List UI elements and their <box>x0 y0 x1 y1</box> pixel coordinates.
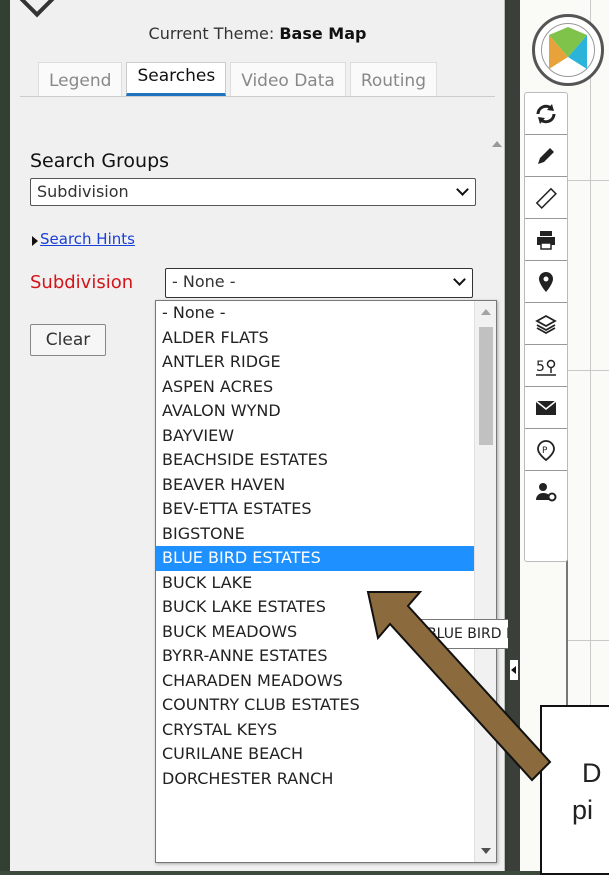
subdivision-select[interactable]: - None - <box>165 268 473 298</box>
envelope-icon[interactable] <box>525 387 567 429</box>
dropdown-option[interactable]: BLUE BIRD ESTATES <box>156 546 474 571</box>
refresh-icon[interactable] <box>525 93 567 135</box>
chevron-down-icon <box>456 183 469 196</box>
search-hints-link[interactable]: Search Hints <box>40 230 135 248</box>
compass-logo-icon[interactable] <box>532 14 604 86</box>
subdivision-value: - None - <box>172 272 236 291</box>
current-theme-label: Current Theme: <box>148 24 280 43</box>
compass-mark-icon <box>549 27 587 69</box>
dropdown-option[interactable]: BIGSTONE <box>156 522 474 547</box>
user-settings-icon[interactable] <box>525 471 567 513</box>
dropdown-option[interactable]: BEAVER HAVEN <box>156 473 474 498</box>
dropdown-option[interactable]: ASPEN ACRES <box>156 375 474 400</box>
dropdown-option[interactable]: AVALON WYND <box>156 399 474 424</box>
map-road <box>568 640 609 641</box>
current-theme: Current Theme: Base Map <box>10 24 505 43</box>
tabs-divider <box>20 96 495 97</box>
parcel-icon[interactable]: P <box>525 429 567 471</box>
svg-text:P: P <box>542 446 548 456</box>
tab-video-data[interactable]: Video Data <box>230 62 346 96</box>
search-groups-label: Search Groups <box>30 150 170 172</box>
dropdown-option[interactable]: - None - <box>156 301 474 326</box>
dropdown-option[interactable]: BEACHSIDE ESTATES <box>156 448 474 473</box>
panel-tabs: Legend Searches Video Data Routing <box>38 62 437 96</box>
collapse-chevron-icon[interactable] <box>18 0 56 18</box>
tab-routing[interactable]: Routing <box>349 62 437 96</box>
dropdown-option[interactable]: ALDER FLATS <box>156 326 474 351</box>
map-toolbar: 5 P <box>524 92 568 562</box>
search-groups-value: Subdivision <box>37 182 129 201</box>
pencil-icon[interactable] <box>525 135 567 177</box>
layers-icon[interactable] <box>525 303 567 345</box>
callout-text-line1: D <box>582 758 602 788</box>
tab-legend[interactable]: Legend <box>38 62 123 96</box>
ruler-icon[interactable] <box>525 177 567 219</box>
dropdown-option[interactable]: BEV-ETTA ESTATES <box>156 497 474 522</box>
chevron-down-icon <box>453 273 466 286</box>
tab-searches[interactable]: Searches <box>126 62 227 96</box>
map-pin-icon[interactable] <box>525 261 567 303</box>
clear-button[interactable]: Clear <box>30 324 106 356</box>
printer-icon[interactable] <box>525 219 567 261</box>
search-groups-select[interactable]: Subdivision <box>30 178 476 206</box>
current-theme-name: Base Map <box>279 24 367 43</box>
dropdown-option[interactable]: ANTLER RIDGE <box>156 350 474 375</box>
annotation-arrow-icon <box>366 591 552 782</box>
scrollbar-thumb[interactable] <box>479 327 493 445</box>
scroll-down-icon[interactable] <box>481 848 491 854</box>
location-number-icon[interactable]: 5 <box>525 345 567 387</box>
callout-text-line2: pi <box>572 795 594 825</box>
scroll-up-icon[interactable] <box>481 309 491 315</box>
svg-text:5: 5 <box>536 359 545 375</box>
dropdown-option[interactable]: BAYVIEW <box>156 424 474 449</box>
triangle-right-icon <box>32 236 38 246</box>
panel-scroll-up-icon[interactable] <box>492 141 502 147</box>
subdivision-label: Subdivision <box>30 272 134 293</box>
